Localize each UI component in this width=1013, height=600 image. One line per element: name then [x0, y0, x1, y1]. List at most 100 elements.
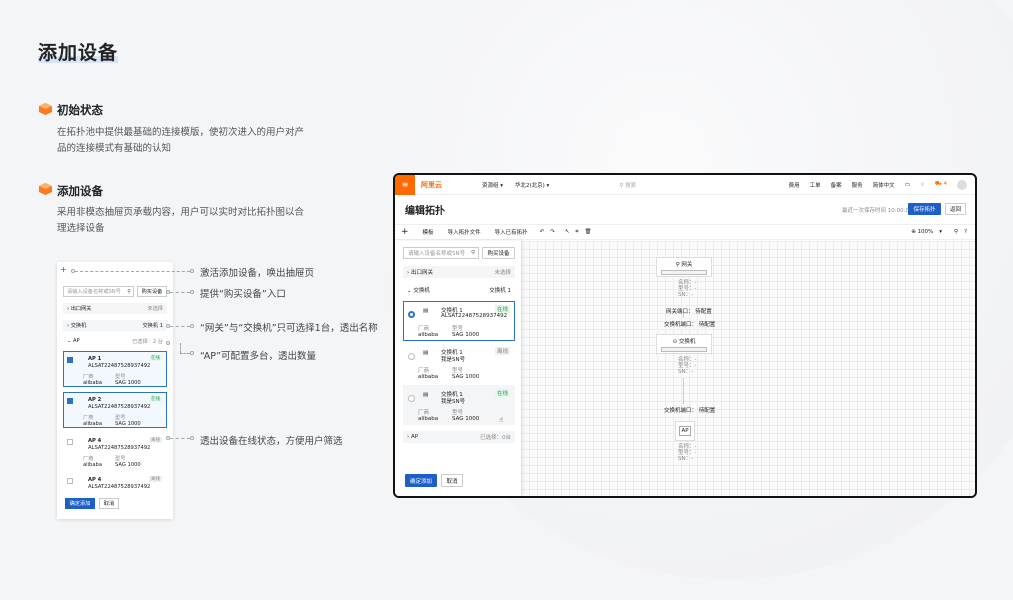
cart-icon[interactable]: ⛟ 4 [935, 181, 947, 188]
add-device-plus-icon[interactable]: + [60, 265, 67, 274]
region-dropdown[interactable]: 华北2(北京) ▾ [515, 181, 549, 189]
hand-cursor-icon: ☝ [499, 416, 504, 424]
import-file-button[interactable]: 导入拓扑文件 [448, 228, 481, 236]
topology-canvas[interactable]: ⚲ 网关 名称：- 型号：- SN：- 网关端口： 待配置 交换机端口： 待配置 ⊙… [521, 241, 975, 496]
device-card[interactable]: ▤ 交换机 1 ALSAT22487528937492 在线 厂商 alibab… [403, 301, 515, 341]
status-badge: 在线 [149, 396, 162, 402]
checkbox[interactable] [67, 357, 73, 363]
callout-text: “AP”可配置多台，透出数量 [200, 351, 317, 362]
status-badge: 在线 [149, 355, 162, 361]
switch-port-label[interactable]: 交换机端口： 待配置 [664, 320, 715, 328]
group-ap[interactable]: ⌄ AP 已选择：2 台 [63, 338, 167, 347]
group-switch[interactable]: › 交换机 交换机 1 [63, 320, 167, 331]
undo-icon[interactable]: ↶ [540, 229, 545, 235]
switch-port-label-2[interactable]: 交换机端口： 待配置 [664, 406, 715, 414]
checkbox[interactable] [67, 439, 73, 445]
callout-dot [190, 269, 194, 273]
checkbox[interactable] [67, 398, 73, 404]
search-icon: ⚲ [127, 288, 131, 295]
back-button[interactable]: 返回 [945, 203, 966, 215]
callout-text: 激活添加设备，唤出抽屉页 [200, 268, 315, 279]
search-input[interactable]: 请输入设备名称或SN号 ⚲ [63, 286, 134, 297]
mini-drawer: + 请输入设备名称或SN号 ⚲ 购买设备 › 出口网关 未选择 › 交换机 交换机 … [57, 262, 173, 519]
group-gateway[interactable]: › 出口网关 未选择 [403, 266, 515, 278]
group-ap[interactable]: › AP 已选择：0台 [403, 431, 515, 443]
nav-link-fees[interactable]: 费用 [789, 181, 800, 189]
group-gateway[interactable]: › 出口网关 未选择 [63, 303, 167, 314]
top-nav: ≡ 阿里云 资源组 ▾ 华北2(北京) ▾ ⚲ 搜索 费用 工单 备案 服务 简… [395, 175, 975, 195]
ap-node[interactable]: AP [675, 421, 695, 441]
crop-icon[interactable]: ⌗ [575, 229, 578, 236]
group-switch[interactable]: ⌄ 交换机 交换机 1 [403, 284, 515, 296]
cancel-button[interactable]: 取消 [99, 498, 119, 509]
avatar[interactable] [957, 179, 967, 190]
callout-line [170, 292, 190, 293]
checkbox[interactable] [67, 478, 73, 484]
logo[interactable]: 阿里云 [421, 180, 442, 190]
zoom-dropdown-icon[interactable]: ▾ [939, 229, 942, 235]
page-title: 编辑拓扑 [405, 206, 445, 217]
status-badge: 在线 [494, 389, 510, 397]
nav-link-service[interactable]: 服务 [852, 181, 863, 189]
confirm-add-button[interactable]: 确定添加 [405, 474, 437, 487]
callout-dot [190, 351, 194, 355]
cube-icon [39, 183, 52, 195]
switch-icon: ▤ [423, 308, 429, 314]
search-icon[interactable]: ⚲ [954, 229, 958, 235]
nav-link-icp[interactable]: 备案 [831, 181, 842, 189]
buy-device-button[interactable]: 购买设备 [137, 286, 167, 297]
status-badge: 离线 [149, 437, 162, 443]
switch-icon: ⊙ 交换机 [672, 338, 696, 345]
confirm-add-button[interactable]: 确定添加 [65, 498, 95, 509]
gateway-port-label[interactable]: 网关端口： 待配置 [666, 307, 712, 315]
callout-line [180, 343, 181, 353]
template-button[interactable]: 模板 [423, 228, 434, 236]
device-card[interactable]: ▤ 交换机 1 我是SN号 在线 厂商 alibaba 型号 SAG 1000 … [403, 385, 515, 425]
search-input[interactable]: 请输入设备名称或SN号 ⚲ [403, 247, 479, 259]
toolbar: + 模板 导入拓扑文件 导入已有拓扑 ↶ ↷ ↖ ⌗ 🗑 ⊕ 100% ▾ ⚲ … [395, 224, 975, 240]
switch-node[interactable]: ⊙ 交换机 [656, 334, 712, 354]
ap-meta: 名称：- 型号：- SN：- [678, 444, 697, 462]
delete-icon[interactable]: 🗑 [585, 229, 592, 235]
callout-line [180, 353, 190, 354]
radio-button[interactable] [408, 395, 415, 402]
global-search[interactable]: ⚲ 搜索 [619, 181, 636, 189]
gateway-icon: ⚲ 网关 [675, 261, 693, 268]
section-title-initial: 初始状态 [57, 103, 103, 117]
gateway-meta: 名称：- 型号：- SN：- [678, 280, 697, 298]
link-line [683, 378, 684, 404]
terminal-icon[interactable]: ▭ [905, 182, 910, 188]
link-line [683, 314, 684, 318]
radio-button[interactable] [408, 311, 415, 318]
device-card[interactable]: ▤ 交换机 1 我是SN号 离线 厂商 alibaba 型号 SAG 1000 [403, 343, 515, 383]
callout-line [170, 326, 190, 327]
pointer-icon[interactable]: ↖ [565, 229, 570, 235]
callout-dot [166, 341, 170, 345]
help-icon[interactable]: ? [964, 229, 967, 235]
import-existing-button[interactable]: 导入已有拓扑 [495, 228, 528, 236]
device-card[interactable]: AP 4 ALSAT22487528937492 离线 厂商 alibaba 型… [63, 433, 167, 469]
gateway-node[interactable]: ⚲ 网关 [656, 257, 712, 277]
app-window: ≡ 阿里云 资源组 ▾ 华北2(北京) ▾ ⚲ 搜索 费用 工单 备案 服务 简… [393, 173, 977, 498]
status-badge: 离线 [149, 476, 162, 482]
callout-text: “网关”与“交换机”只可选择1台，透出名称 [200, 323, 378, 334]
nav-link-ticket[interactable]: 工单 [810, 181, 821, 189]
section-desc-initial: 在拓扑池中提供最基础的连接模版，使初次进入的用户对产品的连接模式有基础的认知 [57, 127, 305, 154]
switch-icon: ▤ [423, 350, 429, 356]
save-topology-button[interactable]: 保存拓扑 [908, 203, 941, 215]
redo-icon[interactable]: ↷ [550, 229, 555, 235]
buy-device-button[interactable]: 购买设备 [482, 247, 515, 259]
cancel-button[interactable]: 取消 [441, 474, 463, 487]
device-card[interactable]: AP 2 ALSAT22487528937492 在线 厂商 alibaba 型… [63, 392, 167, 428]
language-switch[interactable]: 简体中文 [873, 181, 895, 189]
zoom-icon[interactable]: ⊕ 100% [911, 229, 933, 235]
radio-button[interactable] [408, 353, 415, 360]
device-card[interactable]: AP 1 ALSAT22487528937492 在线 厂商 alibaba 型… [63, 351, 167, 387]
status-badge: 在线 [494, 305, 510, 313]
section-title-add: 添加设备 [57, 184, 103, 198]
switch-meta: 名称：- 型号：- SN：- [678, 357, 697, 375]
bell-icon[interactable]: ♢ [920, 182, 925, 188]
menu-icon[interactable]: ≡ [395, 175, 415, 195]
add-device-plus-icon[interactable]: + [401, 227, 409, 237]
resource-group-dropdown[interactable]: 资源组 ▾ [482, 181, 503, 189]
